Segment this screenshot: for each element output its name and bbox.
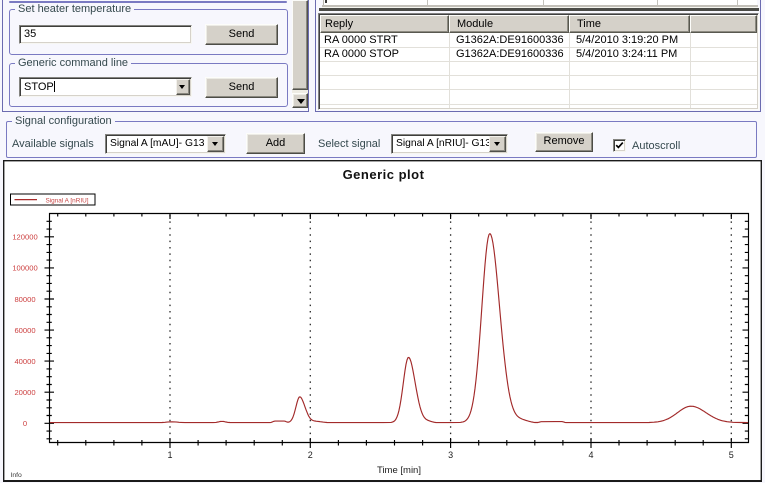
- svg-text:40000: 40000: [14, 357, 35, 366]
- svg-text:3: 3: [448, 450, 453, 460]
- svg-text:5: 5: [729, 450, 734, 460]
- svg-text:0: 0: [23, 419, 27, 428]
- svg-text:Signal A [nRIU]: Signal A [nRIU]: [46, 197, 89, 204]
- svg-text:1: 1: [167, 450, 172, 460]
- svg-text:20000: 20000: [14, 388, 35, 397]
- svg-text:Generic plot: Generic plot: [343, 167, 425, 182]
- svg-text:Time [min]: Time [min]: [377, 465, 421, 476]
- svg-text:100000: 100000: [12, 264, 37, 273]
- svg-text:2: 2: [308, 450, 313, 460]
- svg-text:4: 4: [588, 450, 593, 460]
- svg-text:80000: 80000: [14, 295, 35, 304]
- svg-text:120000: 120000: [12, 233, 37, 242]
- svg-text:Info: Info: [11, 472, 23, 479]
- svg-text:60000: 60000: [14, 326, 35, 335]
